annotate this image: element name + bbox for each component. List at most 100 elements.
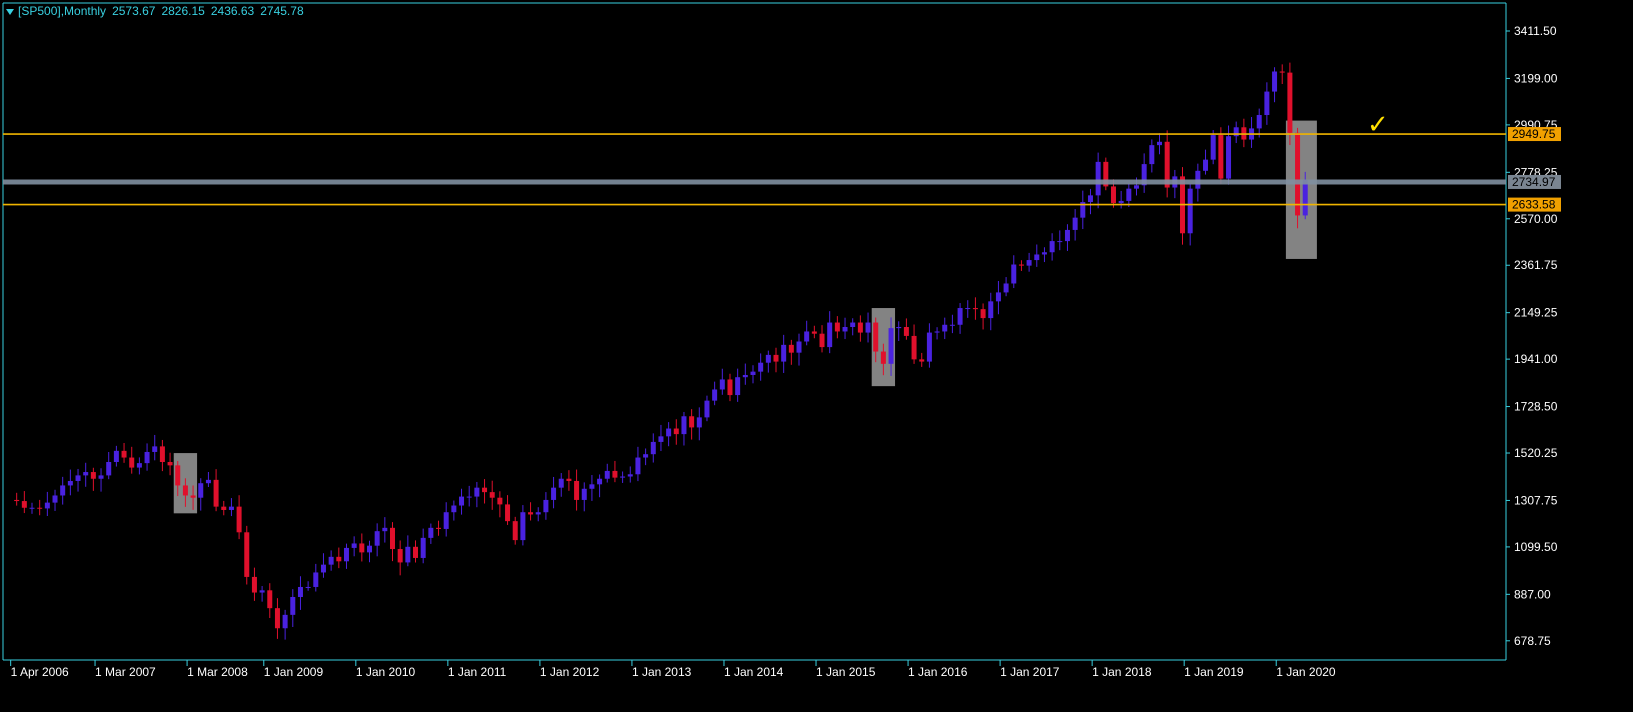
candle-body — [612, 470, 618, 478]
candle-body — [359, 543, 365, 553]
x-tick-label: 1 Jan 2012 — [540, 665, 600, 679]
candle-body — [834, 322, 840, 332]
candle-body — [443, 512, 449, 529]
candle-body — [627, 474, 633, 477]
candle-body — [1110, 186, 1116, 204]
candle-body — [282, 614, 288, 629]
candle-body — [83, 472, 89, 476]
candle-body — [297, 586, 303, 598]
candle-body — [658, 436, 664, 442]
y-tick-label: 2361.75 — [1514, 258, 1558, 272]
candle-body — [152, 446, 158, 452]
candle-body — [205, 479, 211, 484]
candle-body — [436, 527, 442, 529]
candle-body — [75, 475, 81, 481]
level-price-label: 2949.75 — [1512, 127, 1556, 141]
candle-body — [21, 501, 27, 508]
x-tick-label: 1 Mar 2007 — [95, 665, 156, 679]
candle-body — [758, 362, 764, 372]
candle-body — [328, 556, 334, 565]
candle-body — [535, 512, 541, 515]
candle-body — [459, 496, 465, 506]
candle-body — [267, 590, 273, 609]
candle-body — [382, 527, 388, 532]
candle-body — [1203, 159, 1209, 171]
candle-body — [543, 499, 549, 513]
candle-body — [903, 327, 909, 336]
y-tick-label: 1520.25 — [1514, 446, 1558, 460]
candle-body — [926, 332, 932, 362]
candle-body — [52, 495, 58, 503]
candle-body — [1057, 241, 1063, 243]
candle-body — [489, 492, 495, 498]
candle-body — [750, 371, 756, 375]
candle-body — [719, 379, 725, 390]
candle-body — [251, 576, 257, 593]
candle-body — [1279, 71, 1285, 73]
candlestick-chart[interactable]: 3411.503199.002990.752778.252570.002361.… — [0, 0, 1633, 712]
candle-body — [689, 416, 695, 428]
candle-body — [850, 322, 856, 328]
candle-body — [497, 497, 503, 505]
candle-body — [804, 331, 810, 342]
candle-body — [98, 475, 104, 479]
candle-body — [420, 537, 426, 558]
candle-body — [1003, 283, 1009, 293]
candle-body — [1034, 254, 1040, 261]
x-tick-label: 1 Jan 2011 — [448, 665, 507, 679]
candle-body — [90, 472, 96, 479]
y-tick-label: 3411.50 — [1514, 24, 1557, 38]
candle-body — [604, 470, 610, 479]
candle-body — [274, 608, 280, 629]
candle-body — [313, 572, 319, 587]
candle-body — [1287, 72, 1293, 133]
candle-body — [558, 478, 564, 488]
candle-body — [673, 428, 679, 435]
candle-body — [1049, 241, 1055, 253]
candle-body — [466, 496, 472, 498]
y-tick-label: 1728.50 — [1514, 400, 1558, 414]
candle-body — [305, 586, 311, 588]
candle-body — [1233, 127, 1239, 137]
candle-body — [765, 354, 771, 363]
candle-body — [121, 450, 127, 458]
candle-body — [413, 546, 419, 558]
y-tick-label: 1099.50 — [1514, 540, 1558, 554]
candle-body — [405, 546, 411, 563]
candle-body — [712, 389, 718, 401]
x-tick-label: 1 Jan 2018 — [1092, 665, 1152, 679]
candle-body — [528, 512, 534, 515]
x-tick-label: 1 Jan 2009 — [264, 665, 324, 679]
candle-body — [696, 417, 702, 428]
candle-body — [827, 322, 833, 348]
candle-body — [320, 564, 326, 573]
candle-body — [681, 416, 687, 435]
candle-body — [144, 451, 150, 464]
candle-body — [1149, 145, 1155, 165]
candle-body — [1064, 229, 1070, 242]
candle-body — [773, 354, 779, 362]
y-tick-label: 1307.75 — [1514, 493, 1558, 507]
candle-body — [880, 351, 886, 364]
candle-body — [980, 309, 986, 319]
candle-body — [129, 457, 135, 468]
x-tick-label: 1 Jan 2014 — [724, 665, 784, 679]
candle-body — [159, 446, 165, 463]
y-tick-label: 1941.00 — [1514, 352, 1558, 366]
candle-body — [14, 499, 20, 502]
candle-body — [1118, 200, 1124, 204]
candle-body — [512, 521, 518, 541]
candle-body — [182, 485, 188, 496]
candle-body — [581, 488, 587, 500]
candle-body — [1087, 195, 1093, 203]
candle-body — [1272, 71, 1278, 92]
candle-body — [106, 462, 112, 476]
y-tick-label: 2570.00 — [1514, 212, 1558, 226]
candle-body — [965, 308, 971, 310]
candle-body — [704, 400, 710, 418]
candle-body — [934, 331, 940, 333]
candle-body — [505, 504, 511, 522]
candle-body — [796, 341, 802, 353]
candle-body — [1011, 264, 1017, 284]
x-tick-label: 1 Jan 2020 — [1276, 665, 1336, 679]
